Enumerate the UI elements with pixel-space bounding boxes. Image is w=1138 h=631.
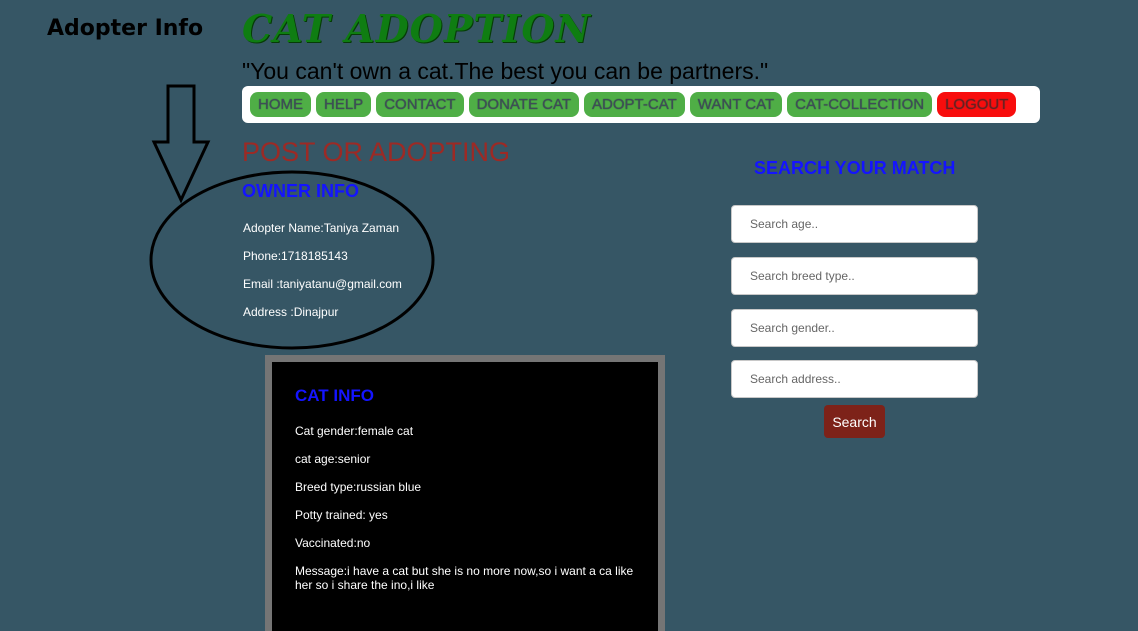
owner-info-heading: OWNER INFO [242,181,359,201]
owner-address: Address :Dinajpur [243,305,339,319]
nav-cat-collection[interactable]: CAT-COLLECTION [787,92,933,117]
nav-bar: HOME HELP CONTACT DONATE CAT ADOPT-CAT W… [242,86,1040,123]
nav-adopt-cat[interactable]: ADOPT-CAT [584,92,685,117]
nav-help[interactable]: HELP [316,92,372,117]
nav-donate-cat[interactable]: DONATE CAT [468,92,580,117]
owner-email: Email :taniyatanu@gmail.com [243,277,402,291]
search-age-input[interactable] [731,205,978,243]
cat-potty-trained: Potty trained: yes [295,508,388,522]
cat-age: cat age:senior [295,452,371,466]
nav-want-cat[interactable]: WANT CAT [689,92,783,117]
owner-phone: Phone:1718185143 [243,249,348,263]
search-button[interactable]: Search [824,405,885,438]
cat-gender: Cat gender:female cat [295,424,414,438]
site-title: CAT ADOPTION [242,6,592,51]
tagline: "You can't own a cat.The best you can be… [242,58,769,84]
nav-contact[interactable]: CONTACT [376,92,464,117]
owner-name: Adopter Name:Taniya Zaman [243,221,400,235]
post-heading: POST OR ADOPTING [242,137,511,167]
cat-vaccinated: Vaccinated:no [295,536,371,550]
search-heading: SEARCH YOUR MATCH [754,158,956,178]
cat-info-heading: CAT INFO [295,386,375,405]
cat-breed: Breed type:russian blue [295,480,422,494]
nav-home[interactable]: HOME [250,92,311,117]
cat-info-card: CAT INFO Cat gender:female cat cat age:s… [265,355,665,631]
cat-message: Message:i have a cat but she is no more … [295,564,634,592]
search-breed-input[interactable] [731,257,978,295]
logout-button[interactable]: LOGOUT [937,92,1017,117]
annotation-title: Adopter Info [47,16,204,41]
search-address-input[interactable] [731,360,978,398]
search-gender-input[interactable] [731,309,978,347]
